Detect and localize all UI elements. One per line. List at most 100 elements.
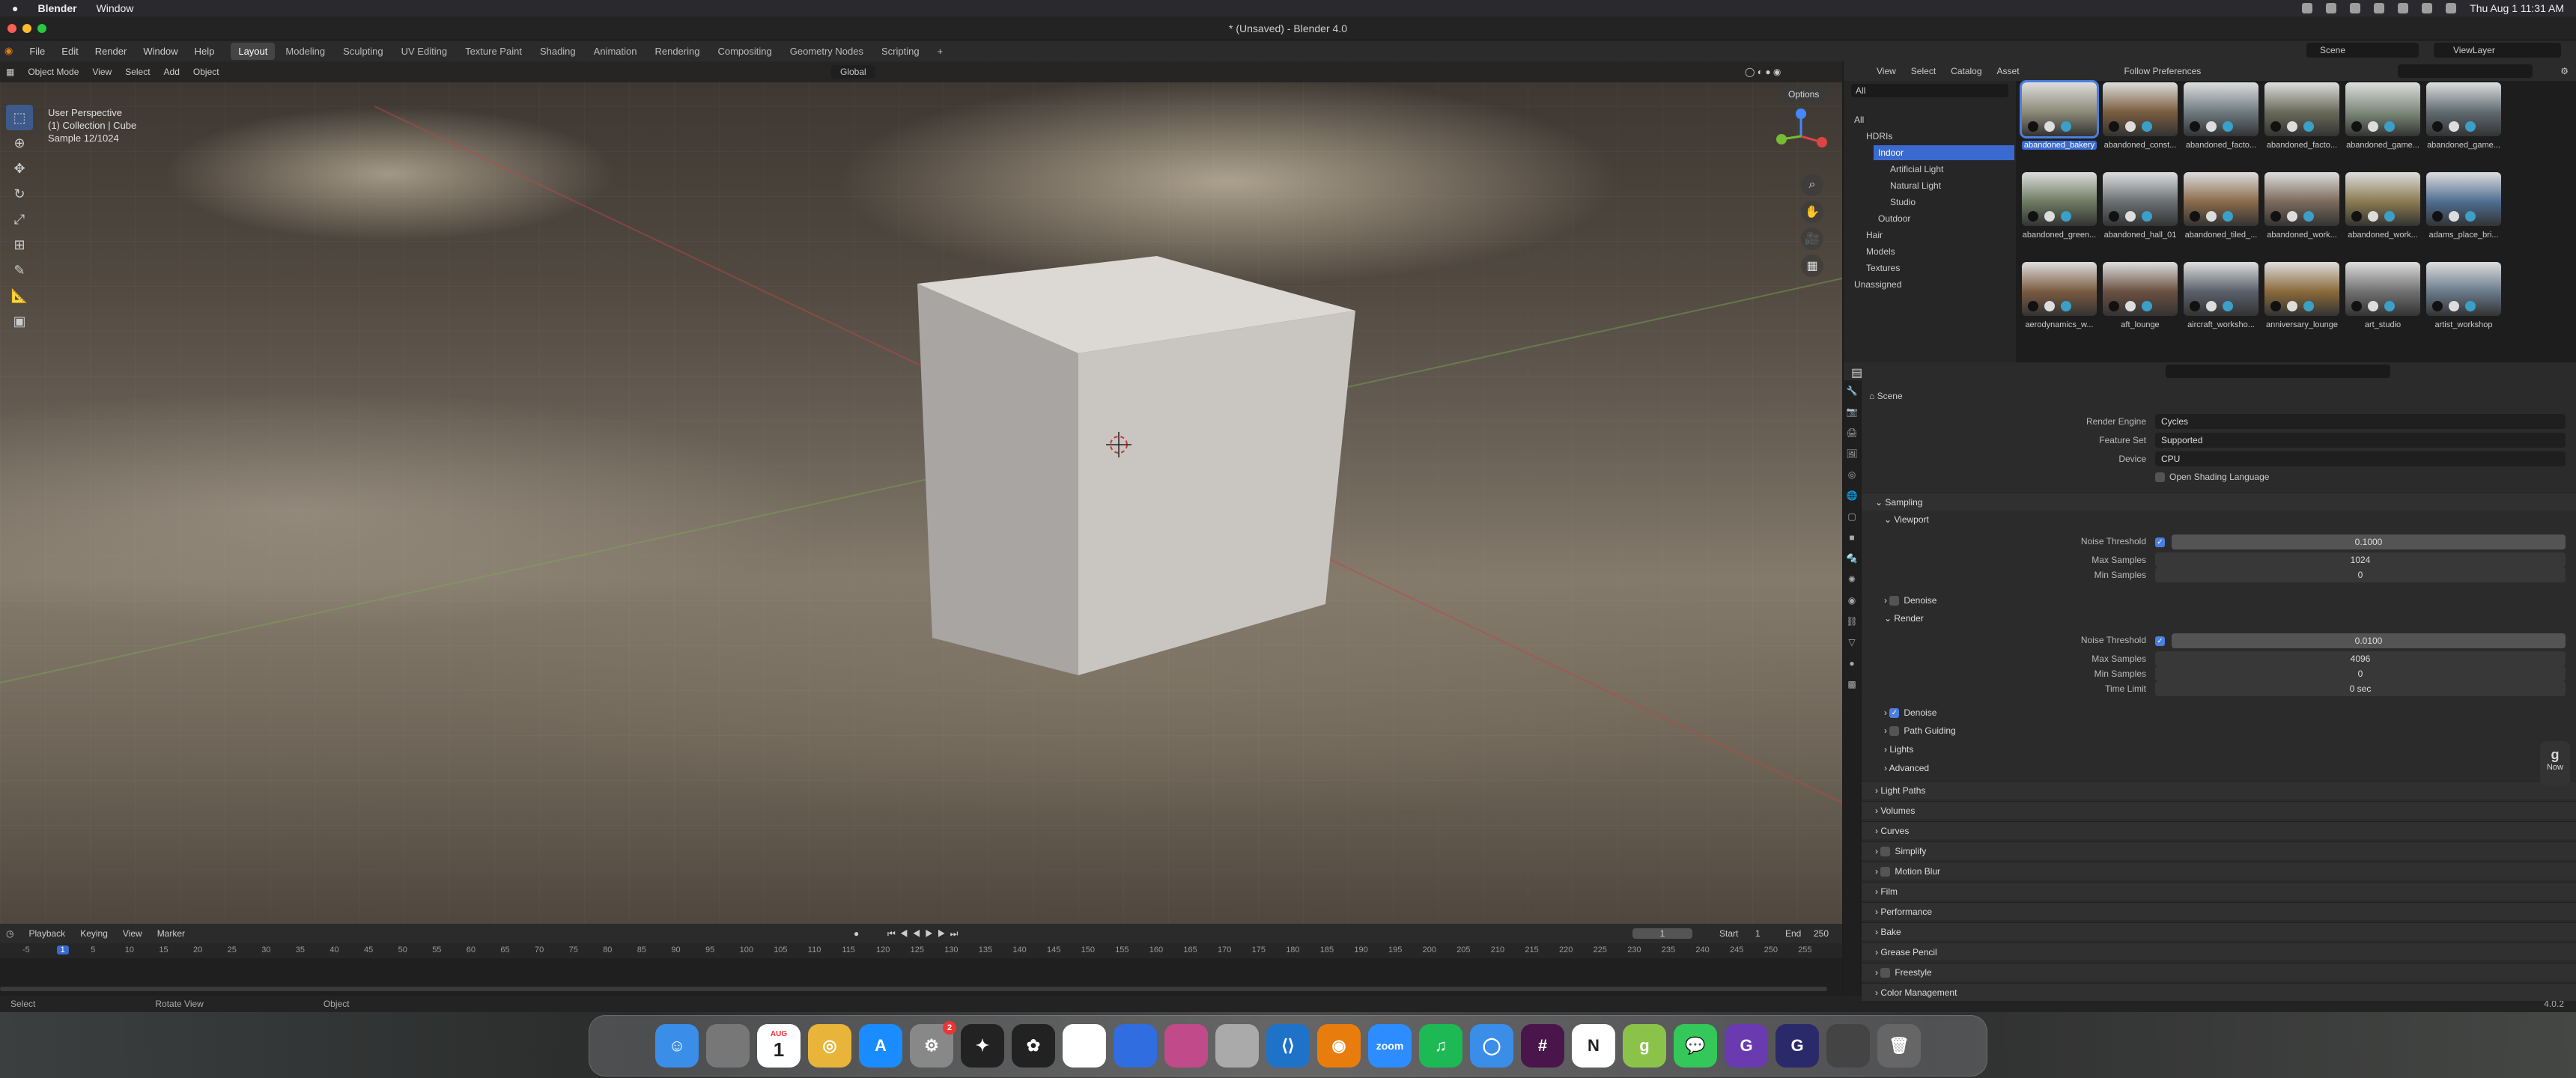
transform-tool-icon[interactable]: ⊞ [6, 232, 33, 258]
clock[interactable]: Thu Aug 1 11:31 AM [2470, 2, 2564, 14]
timeline-menu-keying[interactable]: Keying [80, 928, 108, 939]
tab-texture-paint[interactable]: Texture Paint [458, 43, 529, 60]
sampling-panel[interactable]: ⌄ Sampling [1862, 493, 2576, 511]
shading-mode-icons[interactable]: ◯ ◐ ● ◉ [1745, 67, 1781, 77]
view-layer-selector[interactable]: ViewLayer [2434, 43, 2561, 58]
dock-slack-icon[interactable]: # [1521, 1024, 1564, 1068]
menu-edit[interactable]: Edit [61, 46, 78, 57]
options-button[interactable]: Options [1782, 87, 1826, 102]
r-max-field[interactable]: 4096 [2155, 651, 2566, 666]
asset-tile[interactable]: abandoned_bakery [2020, 80, 2099, 150]
panel-bake[interactable]: › Bake [1862, 922, 2576, 940]
timeline-scrollbar[interactable] [0, 987, 1827, 991]
pan-hand-icon[interactable]: ✋ [1801, 201, 1823, 223]
dock-notes-icon[interactable] [1063, 1024, 1106, 1068]
asset-tile[interactable]: abandoned_const... [2103, 82, 2178, 150]
asset-tile[interactable]: abandoned_facto... [2184, 82, 2258, 150]
view-layer-tab-icon[interactable]: 🖼 [1844, 443, 1860, 464]
vp-denoise-subpanel[interactable]: › Denoise [1862, 591, 2576, 609]
panel-light-paths[interactable]: › Light Paths [1862, 781, 2576, 799]
asset-search-input[interactable] [2398, 64, 2533, 78]
orientation-selector[interactable]: Global [831, 65, 875, 79]
dock-calendar-icon[interactable]: AUG 1 [757, 1024, 801, 1068]
select-box-tool-icon[interactable]: ⬚ [6, 105, 33, 130]
object-tab-icon[interactable]: ■ [1844, 527, 1860, 548]
tab-geometry-nodes[interactable]: Geometry Nodes [783, 43, 871, 60]
status-icon[interactable] [2302, 3, 2313, 13]
vp-noise-checkbox[interactable]: ✓ [2155, 538, 2165, 547]
dock-launchpad-icon[interactable] [706, 1024, 750, 1068]
texture-tab-icon[interactable]: ▩ [1844, 674, 1860, 695]
blender-logo-icon[interactable]: ◉ [4, 45, 13, 57]
timeline-menu-marker[interactable]: Marker [157, 928, 185, 939]
dock-zoom-icon[interactable]: zoom [1368, 1024, 1412, 1068]
timeline-menu-view[interactable]: View [123, 928, 142, 939]
panel-color-management[interactable]: › Color Management [1862, 983, 2576, 1001]
modifier-tab-icon[interactable]: 🔩 [1844, 548, 1860, 569]
data-tab-icon[interactable]: ▽ [1844, 632, 1860, 653]
constraints-tab-icon[interactable]: ⛓ [1844, 611, 1860, 632]
dock-g-icon[interactable]: g [1623, 1024, 1666, 1068]
advanced-subpanel[interactable]: › Advanced [1862, 759, 2576, 777]
dock-g-icon[interactable]: G [1725, 1024, 1768, 1068]
render-tab-icon[interactable]: 📷 [1844, 401, 1860, 422]
zoom-icon[interactable]: ⌕ [1801, 174, 1823, 196]
catalog-item[interactable]: HDRIs [1862, 129, 2014, 144]
dock-trash-icon[interactable]: 🗑 [1877, 1024, 1921, 1068]
scene-selector[interactable]: Scene [2306, 43, 2419, 58]
tab-rendering[interactable]: Rendering [647, 43, 707, 60]
r-min-field[interactable]: 0 [2155, 666, 2566, 681]
vp-min-field[interactable]: 0 [2155, 567, 2566, 582]
catalog-item[interactable]: Unassigned [1850, 277, 2014, 292]
catalog-item[interactable]: Textures [1862, 261, 2014, 275]
add-workspace-button[interactable]: + [930, 43, 951, 60]
vp-noise-field[interactable]: 0.1000 [2172, 535, 2566, 549]
3d-viewport[interactable]: ▦ Object Mode View Select Add Object Glo… [0, 61, 1842, 924]
r-noise-checkbox[interactable]: ✓ [2155, 636, 2165, 646]
asset-tile[interactable]: abandoned_hall_01 [2103, 172, 2178, 240]
timeline-ruler[interactable]: -5 1 5 10 15 20 25 30 35 40 45 50 55 60 65 70 75 80 85 90 95… [0, 943, 1842, 958]
dock-messages-icon[interactable]: 💬 [1674, 1024, 1717, 1068]
panel-freestyle[interactable]: › Freestyle [1862, 963, 2576, 981]
properties-editor-icon[interactable]: ▤ [1851, 365, 1862, 380]
tab-scripting[interactable]: Scripting [874, 43, 927, 60]
dock-screens-icon[interactable] [1826, 1024, 1870, 1068]
path-guiding-subpanel[interactable]: › Path Guiding [1862, 722, 2576, 740]
apple-icon[interactable]: ● [12, 2, 18, 14]
panel-simplify[interactable]: › Simplify [1862, 841, 2576, 859]
control-center-icon[interactable] [2446, 3, 2457, 13]
viewport-subpanel[interactable]: ⌄ Viewport [1862, 511, 2576, 529]
dock-spotify-icon[interactable]: ♫ [1419, 1024, 1462, 1068]
tab-uv-editing[interactable]: UV Editing [394, 43, 455, 60]
start-frame-field[interactable]: 1 [1755, 928, 1761, 939]
viewport-menu-add[interactable]: Add [164, 67, 180, 77]
asset-library-selector[interactable]: Follow Preferences [2124, 66, 2202, 76]
feature-set-select[interactable]: Supported [2155, 433, 2566, 448]
window-menu[interactable]: Window [97, 2, 134, 14]
axis-gizmo-icon[interactable] [1771, 106, 1831, 166]
asset-tile[interactable]: abandoned_work... [2264, 172, 2339, 240]
search-icon[interactable] [2326, 3, 2337, 13]
dock-dvd-icon[interactable] [1215, 1024, 1259, 1068]
menu-file[interactable]: File [29, 46, 45, 57]
render-engine-select[interactable]: Cycles [2155, 414, 2566, 429]
render-subpanel[interactable]: ⌄ Render [1862, 609, 2576, 627]
tab-modeling[interactable]: Modeling [278, 43, 332, 60]
asset-tile[interactable]: abandoned_facto... [2264, 82, 2339, 150]
viewport-menu-object[interactable]: Object [193, 67, 219, 77]
properties-search-input[interactable] [2166, 365, 2390, 378]
r-denoise-subpanel[interactable]: › ✓ Denoise [1862, 704, 2576, 722]
world-tab-icon[interactable]: 🌐 [1844, 485, 1860, 506]
r-noise-field[interactable]: 0.0100 [2172, 633, 2566, 648]
panel-motion-blur[interactable]: › Motion Blur [1862, 862, 2576, 880]
end-frame-field[interactable]: 250 [1814, 928, 1829, 939]
catalog-item[interactable]: Outdoor [1874, 211, 2014, 226]
material-tab-icon[interactable]: ● [1844, 653, 1860, 674]
dock-final-cut-icon[interactable]: ✦ [961, 1024, 1004, 1068]
dock-notion-icon[interactable]: N [1572, 1024, 1615, 1068]
tab-compositing[interactable]: Compositing [710, 43, 779, 60]
dock-blender-icon[interactable]: ◉ [1317, 1024, 1361, 1068]
grid-projection-icon[interactable]: ▦ [1801, 255, 1823, 277]
camera-view-icon[interactable]: 🎥 [1801, 228, 1823, 250]
timeline-area[interactable] [0, 958, 1842, 996]
